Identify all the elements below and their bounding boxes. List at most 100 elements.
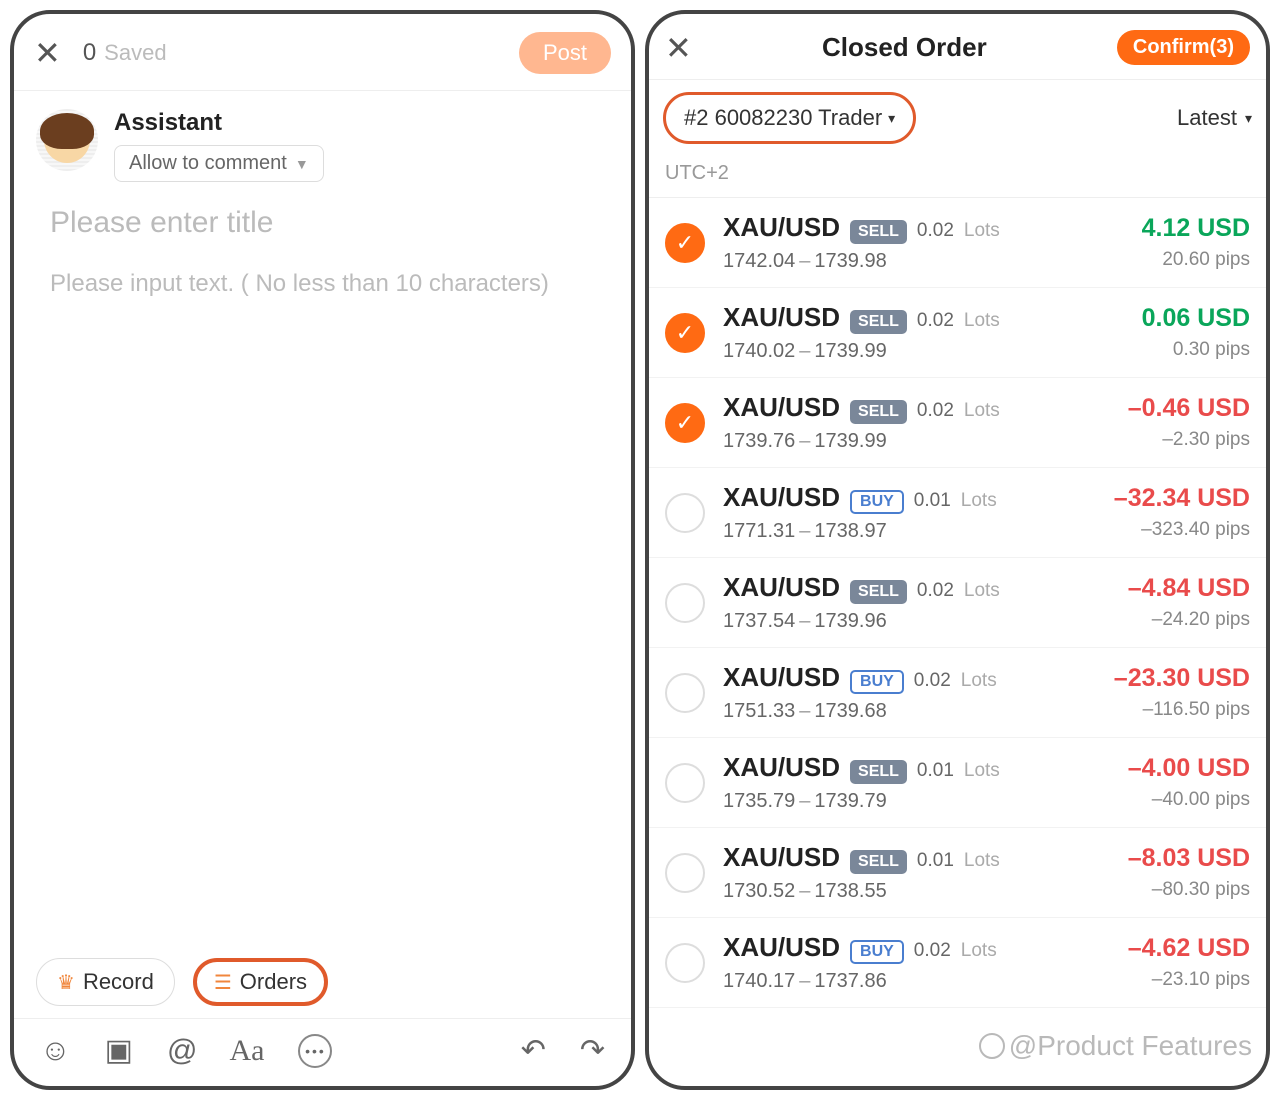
orders-header: ✕ Closed Order Confirm(3) (649, 14, 1266, 79)
order-lots: 0.01 (917, 850, 954, 872)
profile-row: Assistant Allow to comment ▼ (14, 91, 631, 182)
order-symbol: XAU/USD (723, 482, 840, 513)
account-filter[interactable]: #2 60082230 Trader ▾ (663, 92, 916, 144)
redo-icon[interactable]: ↷ (580, 1033, 605, 1068)
order-symbol: XAU/USD (723, 212, 840, 243)
comment-visibility-toggle[interactable]: Allow to comment ▼ (114, 145, 324, 182)
order-checkbox[interactable] (665, 943, 705, 983)
order-symbol: XAU/USD (723, 572, 840, 603)
compose-toolbar: ☺ ▣ @ Aa ••• ↶ ↷ (14, 1019, 631, 1086)
order-checkbox[interactable]: ✓ (665, 403, 705, 443)
timezone-label: UTC+2 (649, 156, 1266, 198)
undo-icon[interactable]: ↶ (521, 1033, 546, 1068)
order-prices: 1751.33–1739.68 (723, 700, 1096, 723)
order-checkbox[interactable] (665, 853, 705, 893)
order-prices: 1740.02–1739.99 (723, 340, 1124, 363)
order-lots: 0.02 (917, 310, 954, 332)
order-result: –4.84 USD–24.20 pips (1128, 574, 1250, 631)
avatar[interactable] (36, 109, 98, 171)
order-info: XAU/USDSELL0.02Lots1739.76–1739.99 (723, 392, 1110, 453)
order-checkbox[interactable]: ✓ (665, 223, 705, 263)
close-icon[interactable]: ✕ (665, 32, 692, 64)
order-side-badge: BUY (850, 940, 904, 964)
order-info: XAU/USDBUY0.02Lots1751.33–1739.68 (723, 662, 1096, 723)
watermark-face-icon (979, 1033, 1005, 1059)
orders-icon: ☰ (214, 970, 232, 995)
filter-row: #2 60082230 Trader ▾ Latest ▾ (649, 80, 1266, 156)
order-lots: 0.01 (914, 490, 951, 512)
order-row[interactable]: ✓XAU/USDSELL0.02Lots1740.02–1739.990.06 … (649, 288, 1266, 378)
order-row[interactable]: XAU/USDSELL0.01Lots1735.79–1739.79 –4.00 … (649, 738, 1266, 828)
order-pnl: –4.62 USD (1128, 934, 1250, 963)
order-symbol: XAU/USD (723, 842, 840, 873)
order-checkbox[interactable] (665, 673, 705, 713)
chevron-down-icon: ▾ (888, 110, 895, 127)
chip-row: ♛ Record ☰ Orders (14, 958, 631, 1018)
order-symbol: XAU/USD (723, 662, 840, 693)
order-pnl: –4.84 USD (1128, 574, 1250, 603)
order-checkbox[interactable] (665, 763, 705, 803)
order-row[interactable]: XAU/USDBUY0.02Lots1751.33–1739.68–23.30 … (649, 648, 1266, 738)
order-pips: –40.00 pips (1128, 789, 1250, 811)
record-chip-label: Record (83, 969, 154, 995)
order-checkbox[interactable] (665, 583, 705, 623)
order-info: XAU/USDSELL0.02Lots1740.02–1739.99 (723, 302, 1124, 363)
order-pips: –80.30 pips (1128, 879, 1250, 901)
more-icon[interactable]: ••• (298, 1034, 332, 1068)
order-info: XAU/USDSELL0.01Lots1730.52–1738.55 (723, 842, 1110, 903)
image-icon[interactable]: ▣ (105, 1033, 133, 1068)
order-side-badge: SELL (850, 850, 907, 874)
order-result: –4.00 USD–40.00 pips (1128, 754, 1250, 811)
chevron-down-icon: ▾ (1245, 110, 1252, 127)
record-chip[interactable]: ♛ Record (36, 958, 175, 1006)
order-row[interactable]: ✓ XAU/USDSELL0.02Lots1739.76–1739.99 –0.46… (649, 378, 1266, 468)
confirm-button[interactable]: Confirm(3) (1117, 30, 1250, 65)
order-lots: 0.01 (917, 760, 954, 782)
close-icon[interactable]: ✕ (34, 37, 61, 69)
order-prices: 1742.04–1739.98 (723, 250, 1124, 273)
left-phone: ✕ 0 Saved Post Assistant Allow to commen… (10, 10, 635, 1090)
watermark-text: @Product Features (1009, 1030, 1252, 1062)
order-pips: 0.30 pips (1142, 339, 1250, 361)
order-row[interactable]: XAU/USDBUY0.02Lots1740.17–1737.86–4.62 U… (649, 918, 1266, 1008)
order-result: 4.12 USD 20.60 pips (1142, 214, 1250, 271)
compose-header: ✕ 0 Saved Post (14, 14, 631, 90)
order-pips: 20.60 pips (1142, 249, 1250, 271)
post-button[interactable]: Post (519, 32, 611, 74)
order-symbol: XAU/USD (723, 392, 840, 423)
order-pnl: –8.03 USD (1128, 844, 1250, 873)
order-side-badge: BUY (850, 670, 904, 694)
order-row[interactable]: XAU/USDSELL0.02Lots1737.54–1739.96–4.84 … (649, 558, 1266, 648)
order-lots: 0.02 (917, 220, 954, 242)
order-prices: 1737.54–1739.96 (723, 610, 1110, 633)
sort-label: Latest (1177, 105, 1237, 131)
order-pnl: 4.12 USD (1142, 214, 1250, 243)
sort-dropdown[interactable]: Latest ▾ (1177, 105, 1252, 131)
order-info: XAU/USDBUY0.01Lots1771.31–1738.97 (723, 482, 1096, 543)
order-checkbox[interactable]: ✓ (665, 313, 705, 353)
lots-label: Lots (961, 670, 997, 692)
mention-icon[interactable]: @ (167, 1034, 195, 1068)
order-prices: 1771.31–1738.97 (723, 520, 1096, 543)
order-result: –8.03 USD –80.30 pips (1128, 844, 1250, 901)
order-symbol: XAU/USD (723, 752, 840, 783)
text-style-icon[interactable]: Aa (229, 1034, 264, 1068)
lots-label: Lots (964, 580, 1000, 602)
order-row[interactable]: XAU/USDBUY0.01Lots1771.31–1738.97–32.34 … (649, 468, 1266, 558)
order-info: XAU/USDSELL0.01Lots1735.79–1739.79 (723, 752, 1110, 813)
emoji-icon[interactable]: ☺ (40, 1034, 71, 1068)
assistant-name: Assistant (114, 109, 324, 137)
order-pnl: –0.46 USD (1128, 394, 1250, 423)
watermark: @Product Features (979, 1030, 1252, 1062)
trophy-icon: ♛ (57, 970, 75, 995)
right-phone: ✕ Closed Order Confirm(3) #2 60082230 Tr… (645, 10, 1270, 1090)
title-input[interactable]: Please enter title (14, 182, 631, 252)
body-input[interactable]: Please input text. ( No less than 10 cha… (14, 252, 631, 316)
order-row[interactable]: XAU/USDSELL0.01Lots1730.52–1738.55–8.03 … (649, 828, 1266, 918)
order-row[interactable]: ✓XAU/USDSELL0.02Lots1742.04–1739.984.12 … (649, 198, 1266, 288)
order-checkbox[interactable] (665, 493, 705, 533)
order-list: ✓ XAU/USD SELL 0.02 Lots 1742.04–1739.98 4.12 … (649, 198, 1266, 1086)
order-result: –0.46 USD–2.30 pips (1128, 394, 1250, 451)
orders-chip[interactable]: ☰ Orders (193, 958, 328, 1006)
order-side-badge: BUY (850, 490, 904, 514)
